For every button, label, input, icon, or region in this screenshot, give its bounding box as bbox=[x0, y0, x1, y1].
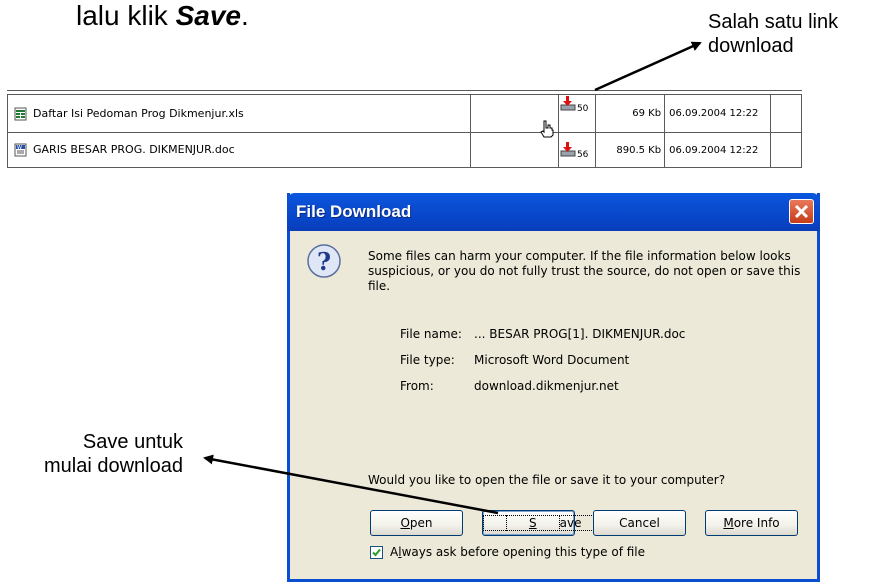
svg-text:?: ? bbox=[317, 247, 331, 276]
download-cell[interactable]: 56 bbox=[557, 132, 596, 168]
file-size: 890.5 Kb bbox=[594, 132, 666, 168]
download-count: 50 bbox=[576, 104, 589, 114]
more-info-button-label: More Info bbox=[723, 516, 780, 530]
headline-prefix: lalu klik bbox=[76, 0, 176, 31]
table-top-border bbox=[7, 90, 802, 91]
file-date: 06.09.2004 12:22 bbox=[664, 94, 772, 133]
empty-cell bbox=[770, 94, 802, 133]
cancel-button[interactable]: Cancel bbox=[593, 510, 686, 536]
file-name-link[interactable]: Daftar Isi Pedoman Prog Dikmenjur.xls bbox=[33, 107, 244, 120]
excel-file-icon bbox=[14, 107, 27, 120]
headline-emphasis: Save bbox=[175, 0, 241, 31]
checkmark-icon bbox=[372, 548, 381, 557]
arrow-to-download-link bbox=[594, 41, 702, 92]
file-table: Daftar Isi Pedoman Prog Dikmenjur.xls 50… bbox=[6, 94, 802, 168]
table-row: Daftar Isi Pedoman Prog Dikmenjur.xls 50… bbox=[6, 94, 802, 138]
annotation-link-line2: download bbox=[708, 35, 794, 57]
instruction-headline: lalu klik Save. bbox=[76, 0, 249, 32]
file-name-link[interactable]: GARIS BESAR PROG. DIKMENJUR.doc bbox=[33, 143, 235, 156]
empty-cell bbox=[770, 132, 802, 168]
question-text: Would you like to open the file or save … bbox=[368, 473, 726, 487]
annotation-save: Save untuk mulai download bbox=[0, 430, 183, 478]
from-label: From: bbox=[400, 379, 434, 393]
file-date: 06.09.2004 12:22 bbox=[664, 132, 772, 168]
file-size: 69 Kb bbox=[594, 94, 666, 133]
annotation-save-line1: Save untuk bbox=[82, 431, 183, 453]
close-icon bbox=[794, 204, 809, 219]
file-name-value: ... BESAR PROG[1]. DIKMENJUR.doc bbox=[474, 327, 686, 341]
always-ask-checkbox[interactable] bbox=[370, 546, 383, 559]
file-download-dialog: ? Some files can harm your computer. If … bbox=[287, 193, 820, 582]
question-icon: ? bbox=[307, 244, 341, 278]
table-row: W GARIS BESAR PROG. DIKMENJUR.doc 56 890… bbox=[6, 132, 802, 168]
download-count: 56 bbox=[576, 149, 589, 160]
close-button[interactable] bbox=[789, 199, 814, 224]
word-file-icon: W bbox=[14, 143, 27, 157]
file-name-cell[interactable]: W GARIS BESAR PROG. DIKMENJUR.doc bbox=[6, 132, 472, 168]
file-name-label: File name: bbox=[400, 327, 462, 341]
always-ask-label[interactable]: Always ask before opening this type of f… bbox=[390, 545, 645, 559]
save-button-label: Save bbox=[483, 515, 605, 531]
file-type-value: Microsoft Word Document bbox=[474, 353, 630, 367]
svg-text:W: W bbox=[17, 145, 22, 151]
download-icon[interactable] bbox=[559, 141, 577, 159]
annotation-link-line1: Salah satu link bbox=[708, 11, 839, 33]
cancel-button-label: Cancel bbox=[619, 516, 660, 530]
more-info-button[interactable]: More Info bbox=[705, 510, 798, 536]
save-button[interactable]: Save bbox=[482, 510, 605, 536]
file-type-label: File type: bbox=[400, 353, 455, 367]
annotation-save-line2: mulai download bbox=[44, 455, 183, 477]
download-cell[interactable]: 50 bbox=[540, 94, 596, 138]
from-value: download.dikmenjur.net bbox=[474, 379, 619, 393]
warning-text: Some files can harm your computer. If th… bbox=[368, 249, 801, 293]
download-icon[interactable] bbox=[559, 95, 577, 113]
open-button[interactable]: Open bbox=[370, 510, 463, 536]
dialog-titlebar[interactable]: File Download bbox=[287, 193, 820, 231]
dialog-title: File Download bbox=[296, 202, 412, 221]
hand-cursor-icon bbox=[540, 120, 554, 138]
headline-suffix: . bbox=[241, 0, 249, 31]
annotation-download-link: Salah satu link download bbox=[708, 10, 838, 58]
open-button-label: Open bbox=[400, 516, 433, 530]
file-name-cell[interactable]: Daftar Isi Pedoman Prog Dikmenjur.xls bbox=[6, 94, 472, 133]
